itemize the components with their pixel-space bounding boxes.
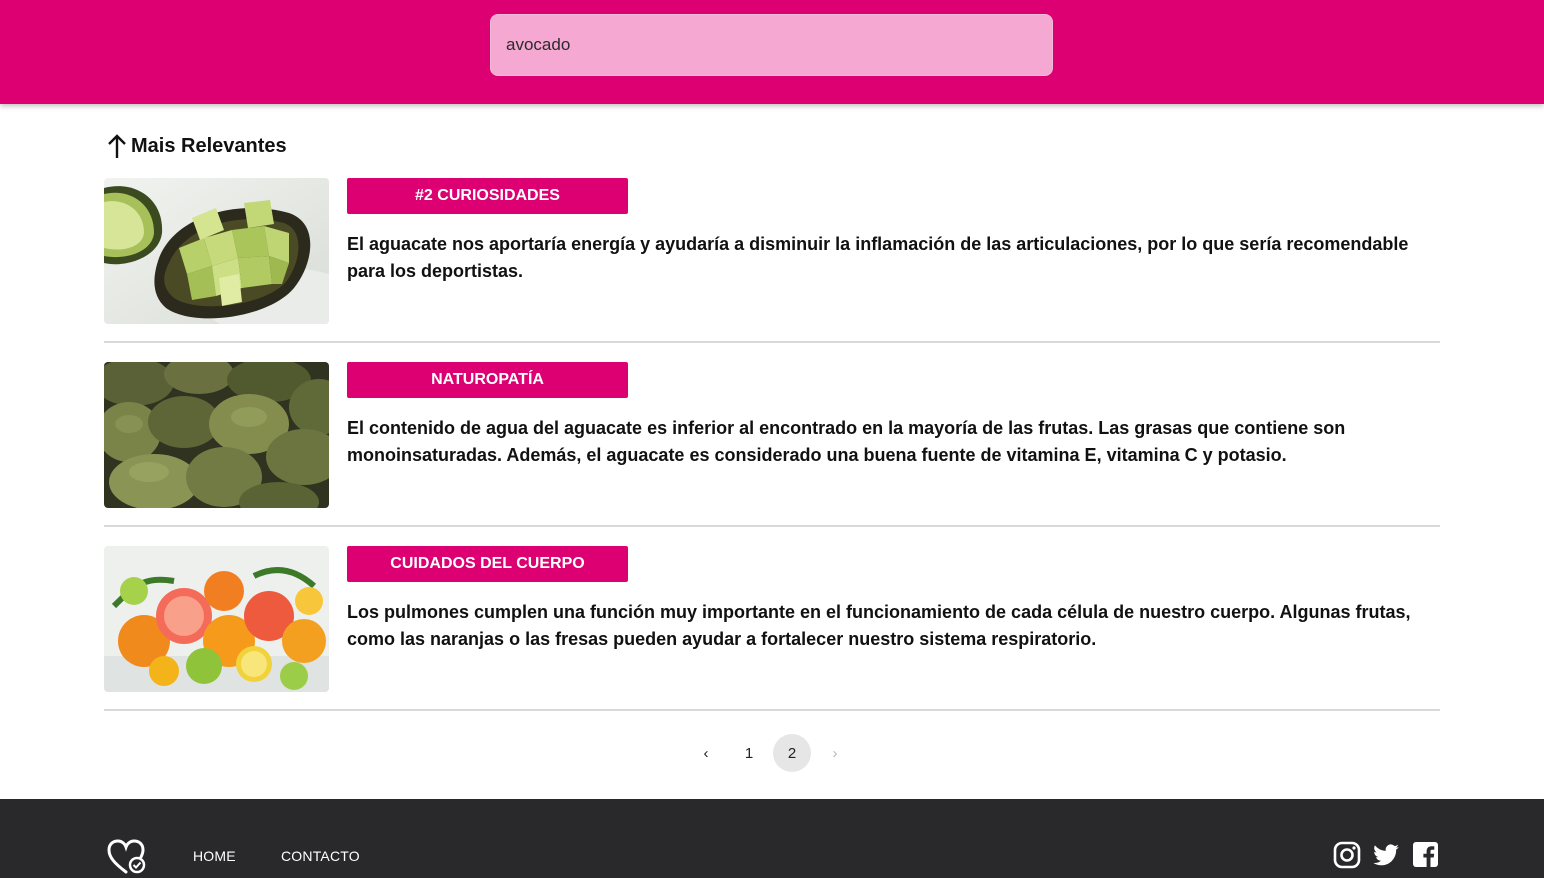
- article-item[interactable]: Naturopatía El contenido de agua del agu…: [104, 362, 1440, 527]
- article-item[interactable]: Cuidados del cuerpo Los pulmones cumplen…: [104, 546, 1440, 711]
- previous-page-button[interactable]: ‹: [687, 734, 725, 772]
- pagination: ‹ 1 2 ›: [0, 734, 1544, 772]
- article-item[interactable]: #2 Curiosidades El aguacate nos aportarí…: [104, 178, 1440, 343]
- next-page-button[interactable]: ›: [816, 734, 854, 772]
- citrus-fruits-image[interactable]: [104, 546, 329, 692]
- summary-text: C: [1184, 445, 1198, 465]
- sort-heading[interactable]: Mais Relevantes: [106, 133, 287, 159]
- top-bar: [0, 0, 1544, 104]
- twitter-icon[interactable]: [1372, 841, 1400, 874]
- category-badge[interactable]: Cuidados del cuerpo: [347, 546, 628, 582]
- footer-nav-contacto[interactable]: Contacto: [281, 848, 360, 864]
- summary-text: y potasio.: [1197, 445, 1287, 465]
- article-summary[interactable]: El aguacate nos aportaría energía y ayud…: [347, 231, 1427, 285]
- heart-logo-icon[interactable]: [106, 838, 148, 878]
- instagram-icon[interactable]: [1333, 841, 1361, 874]
- search-input[interactable]: [490, 14, 1053, 76]
- page-button-1[interactable]: 1: [730, 734, 768, 772]
- page-button-2[interactable]: 2: [773, 734, 811, 772]
- facebook-icon[interactable]: [1412, 841, 1439, 873]
- category-badge[interactable]: #2 Curiosidades: [347, 178, 628, 214]
- summary-text: E: [1084, 445, 1097, 465]
- footer: [0, 799, 1544, 878]
- category-badge[interactable]: Naturopatía: [347, 362, 628, 398]
- article-list: #2 Curiosidades El aguacate nos aportarí…: [104, 178, 1440, 730]
- sort-label: Mais Relevantes: [131, 134, 287, 157]
- arrow-up-icon: [108, 134, 126, 158]
- article-summary[interactable]: El contenido de agua del aguacate es inf…: [347, 415, 1427, 469]
- avocados-pile-image[interactable]: [104, 362, 329, 508]
- article-summary[interactable]: Los pulmones cumplen una función muy imp…: [347, 599, 1427, 653]
- avocado-halved-image[interactable]: [104, 178, 329, 324]
- footer-nav-home[interactable]: Home: [193, 848, 236, 864]
- summary-text: , vitamina: [1096, 445, 1185, 465]
